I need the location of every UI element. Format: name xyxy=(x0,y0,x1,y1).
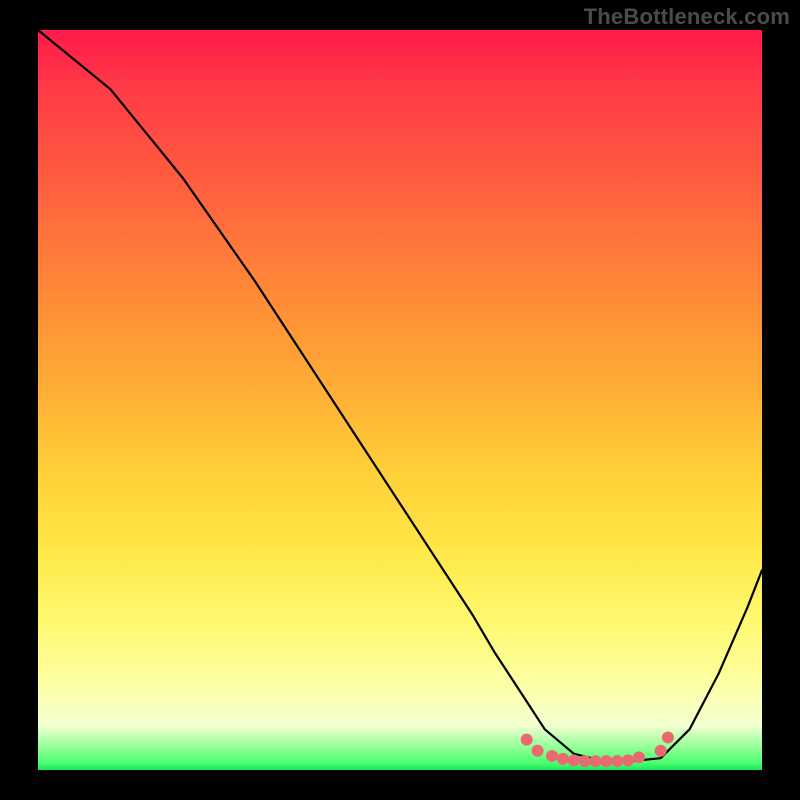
marker-dot xyxy=(662,731,674,743)
marker-dot xyxy=(633,751,645,763)
bottom-markers-group xyxy=(521,731,674,767)
chart-overlay xyxy=(0,0,800,800)
marker-dot xyxy=(600,755,612,767)
marker-dot xyxy=(622,754,634,766)
marker-dot xyxy=(579,755,591,767)
marker-dot xyxy=(521,734,533,746)
marker-dot xyxy=(589,755,601,767)
marker-dot xyxy=(655,745,667,757)
curve-line xyxy=(38,30,762,761)
chart-stage: TheBottleneck.com xyxy=(0,0,800,800)
marker-dot xyxy=(568,754,580,766)
marker-dot xyxy=(611,755,623,767)
marker-dot xyxy=(546,750,558,762)
marker-dot xyxy=(532,745,544,757)
marker-dot xyxy=(557,753,569,765)
